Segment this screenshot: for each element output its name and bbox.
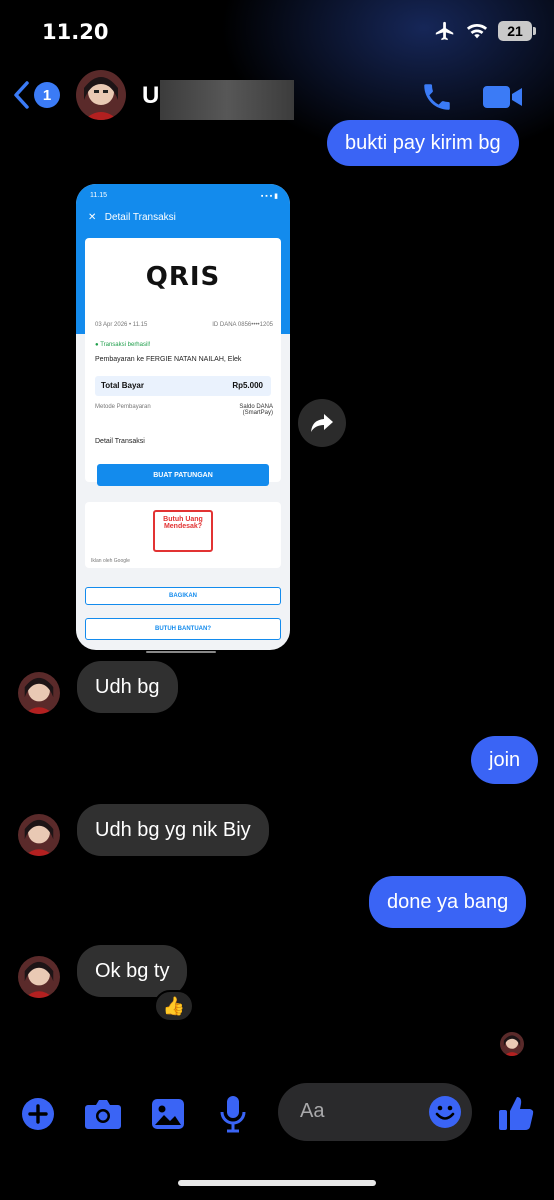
emoji-button[interactable] bbox=[428, 1095, 462, 1134]
contact-avatar-small[interactable] bbox=[18, 672, 60, 714]
image-divider bbox=[146, 651, 216, 653]
buat-patungan-button: BUAT PATUNGAN bbox=[97, 464, 269, 486]
seen-avatar bbox=[500, 1032, 524, 1056]
message-sent[interactable]: bukti pay kirim bg bbox=[327, 120, 519, 166]
transaction-status: ● Transaksi berhasil! bbox=[95, 342, 150, 348]
camera-button[interactable] bbox=[84, 1098, 122, 1135]
message-received[interactable]: Udh bg yg nik Biy bbox=[77, 804, 269, 856]
chevron-left-icon bbox=[14, 81, 29, 109]
butuh-bantuan-button: BUTUH BANTUAN? bbox=[85, 618, 281, 640]
ad-card: Butuh Uang Mendesak? Iklan oleh Google bbox=[85, 502, 281, 568]
screenshot-status-time: 11.15 bbox=[90, 192, 107, 199]
ad-banner: Butuh Uang Mendesak? bbox=[153, 510, 213, 552]
message-sent[interactable]: done ya bang bbox=[369, 876, 527, 928]
phone-icon bbox=[424, 84, 450, 110]
total-row: Total Bayar Rp5.000 bbox=[95, 376, 271, 396]
home-indicator bbox=[178, 1180, 376, 1186]
voice-button[interactable] bbox=[220, 1095, 246, 1138]
microphone-icon bbox=[220, 1096, 246, 1133]
wifi-icon bbox=[466, 23, 488, 39]
screenshot-title: Detail Transaksi bbox=[104, 212, 176, 223]
status-icons: 21 bbox=[434, 20, 536, 42]
transaction-date: 03 Apr 2026 • 11.15 bbox=[95, 322, 148, 328]
screenshot-status-icons: ▪ ▪ ▪ ▮ bbox=[260, 193, 278, 200]
voice-call-button[interactable] bbox=[420, 80, 454, 119]
transaction-status-text: Transaksi berhasil! bbox=[100, 342, 151, 348]
contact-avatar-small[interactable] bbox=[18, 956, 60, 998]
payment-recipient: Pembayaran ke FERGIE NATAN NAILAH, Elek bbox=[95, 356, 242, 363]
like-button[interactable] bbox=[497, 1094, 535, 1137]
contact-name[interactable]: U bbox=[142, 82, 159, 110]
method-label: Metode Pembayaran bbox=[95, 404, 151, 410]
plus-circle-icon bbox=[22, 1098, 54, 1130]
status-time: 11.20 bbox=[42, 20, 109, 44]
camera-icon bbox=[85, 1100, 121, 1129]
dana-id: ID DANA 0856••••1205 bbox=[212, 322, 273, 328]
message-sent[interactable]: join bbox=[471, 736, 539, 784]
shared-screenshot[interactable]: 11.15 ▪ ▪ ▪ ▮ ✕ Detail Transaksi QRIS 03… bbox=[76, 184, 290, 650]
gallery-button[interactable] bbox=[151, 1098, 185, 1135]
share-arrow-icon bbox=[311, 414, 333, 432]
unread-badge: 1 bbox=[34, 82, 60, 108]
contact-avatar-small[interactable] bbox=[18, 814, 60, 856]
thumbs-up-icon bbox=[499, 1097, 534, 1130]
message-placeholder: Aa bbox=[300, 1100, 325, 1122]
battery-icon: 21 bbox=[498, 21, 536, 41]
video-camera-icon bbox=[483, 86, 522, 108]
airplane-icon bbox=[435, 21, 454, 41]
message-input[interactable]: Aa bbox=[278, 1083, 472, 1141]
message-composer: Aa bbox=[0, 1080, 554, 1150]
bagikan-button: BAGIKAN bbox=[85, 587, 281, 605]
screenshot-title-row: ✕ Detail Transaksi bbox=[88, 212, 176, 223]
redacted-name bbox=[160, 80, 294, 120]
ad-credit: Iklan oleh Google bbox=[91, 558, 130, 564]
detail-transaksi-label: Detail Transaksi bbox=[95, 438, 145, 445]
plus-button[interactable] bbox=[21, 1097, 55, 1136]
thumbs-up-reaction[interactable]: 👍 bbox=[154, 990, 194, 1022]
smiley-icon bbox=[429, 1096, 461, 1128]
total-value: Rp5.000 bbox=[232, 381, 263, 390]
method-value: Saldo DANA (SmartPay) bbox=[239, 404, 273, 416]
video-call-button[interactable] bbox=[482, 82, 524, 117]
transaction-card: QRIS 03 Apr 2026 • 11.15 ID DANA 0856•••… bbox=[85, 238, 281, 486]
qris-logo: QRIS bbox=[145, 262, 221, 292]
forward-button[interactable] bbox=[298, 399, 346, 447]
back-button[interactable]: 1 bbox=[12, 80, 60, 110]
total-label: Total Bayar bbox=[101, 381, 144, 390]
check-circle-icon: ● bbox=[95, 342, 99, 348]
image-icon bbox=[152, 1099, 184, 1129]
message-received[interactable]: Udh bg bbox=[77, 661, 178, 713]
status-bar: 11.20 21 bbox=[0, 0, 554, 62]
contact-avatar[interactable] bbox=[76, 70, 126, 120]
